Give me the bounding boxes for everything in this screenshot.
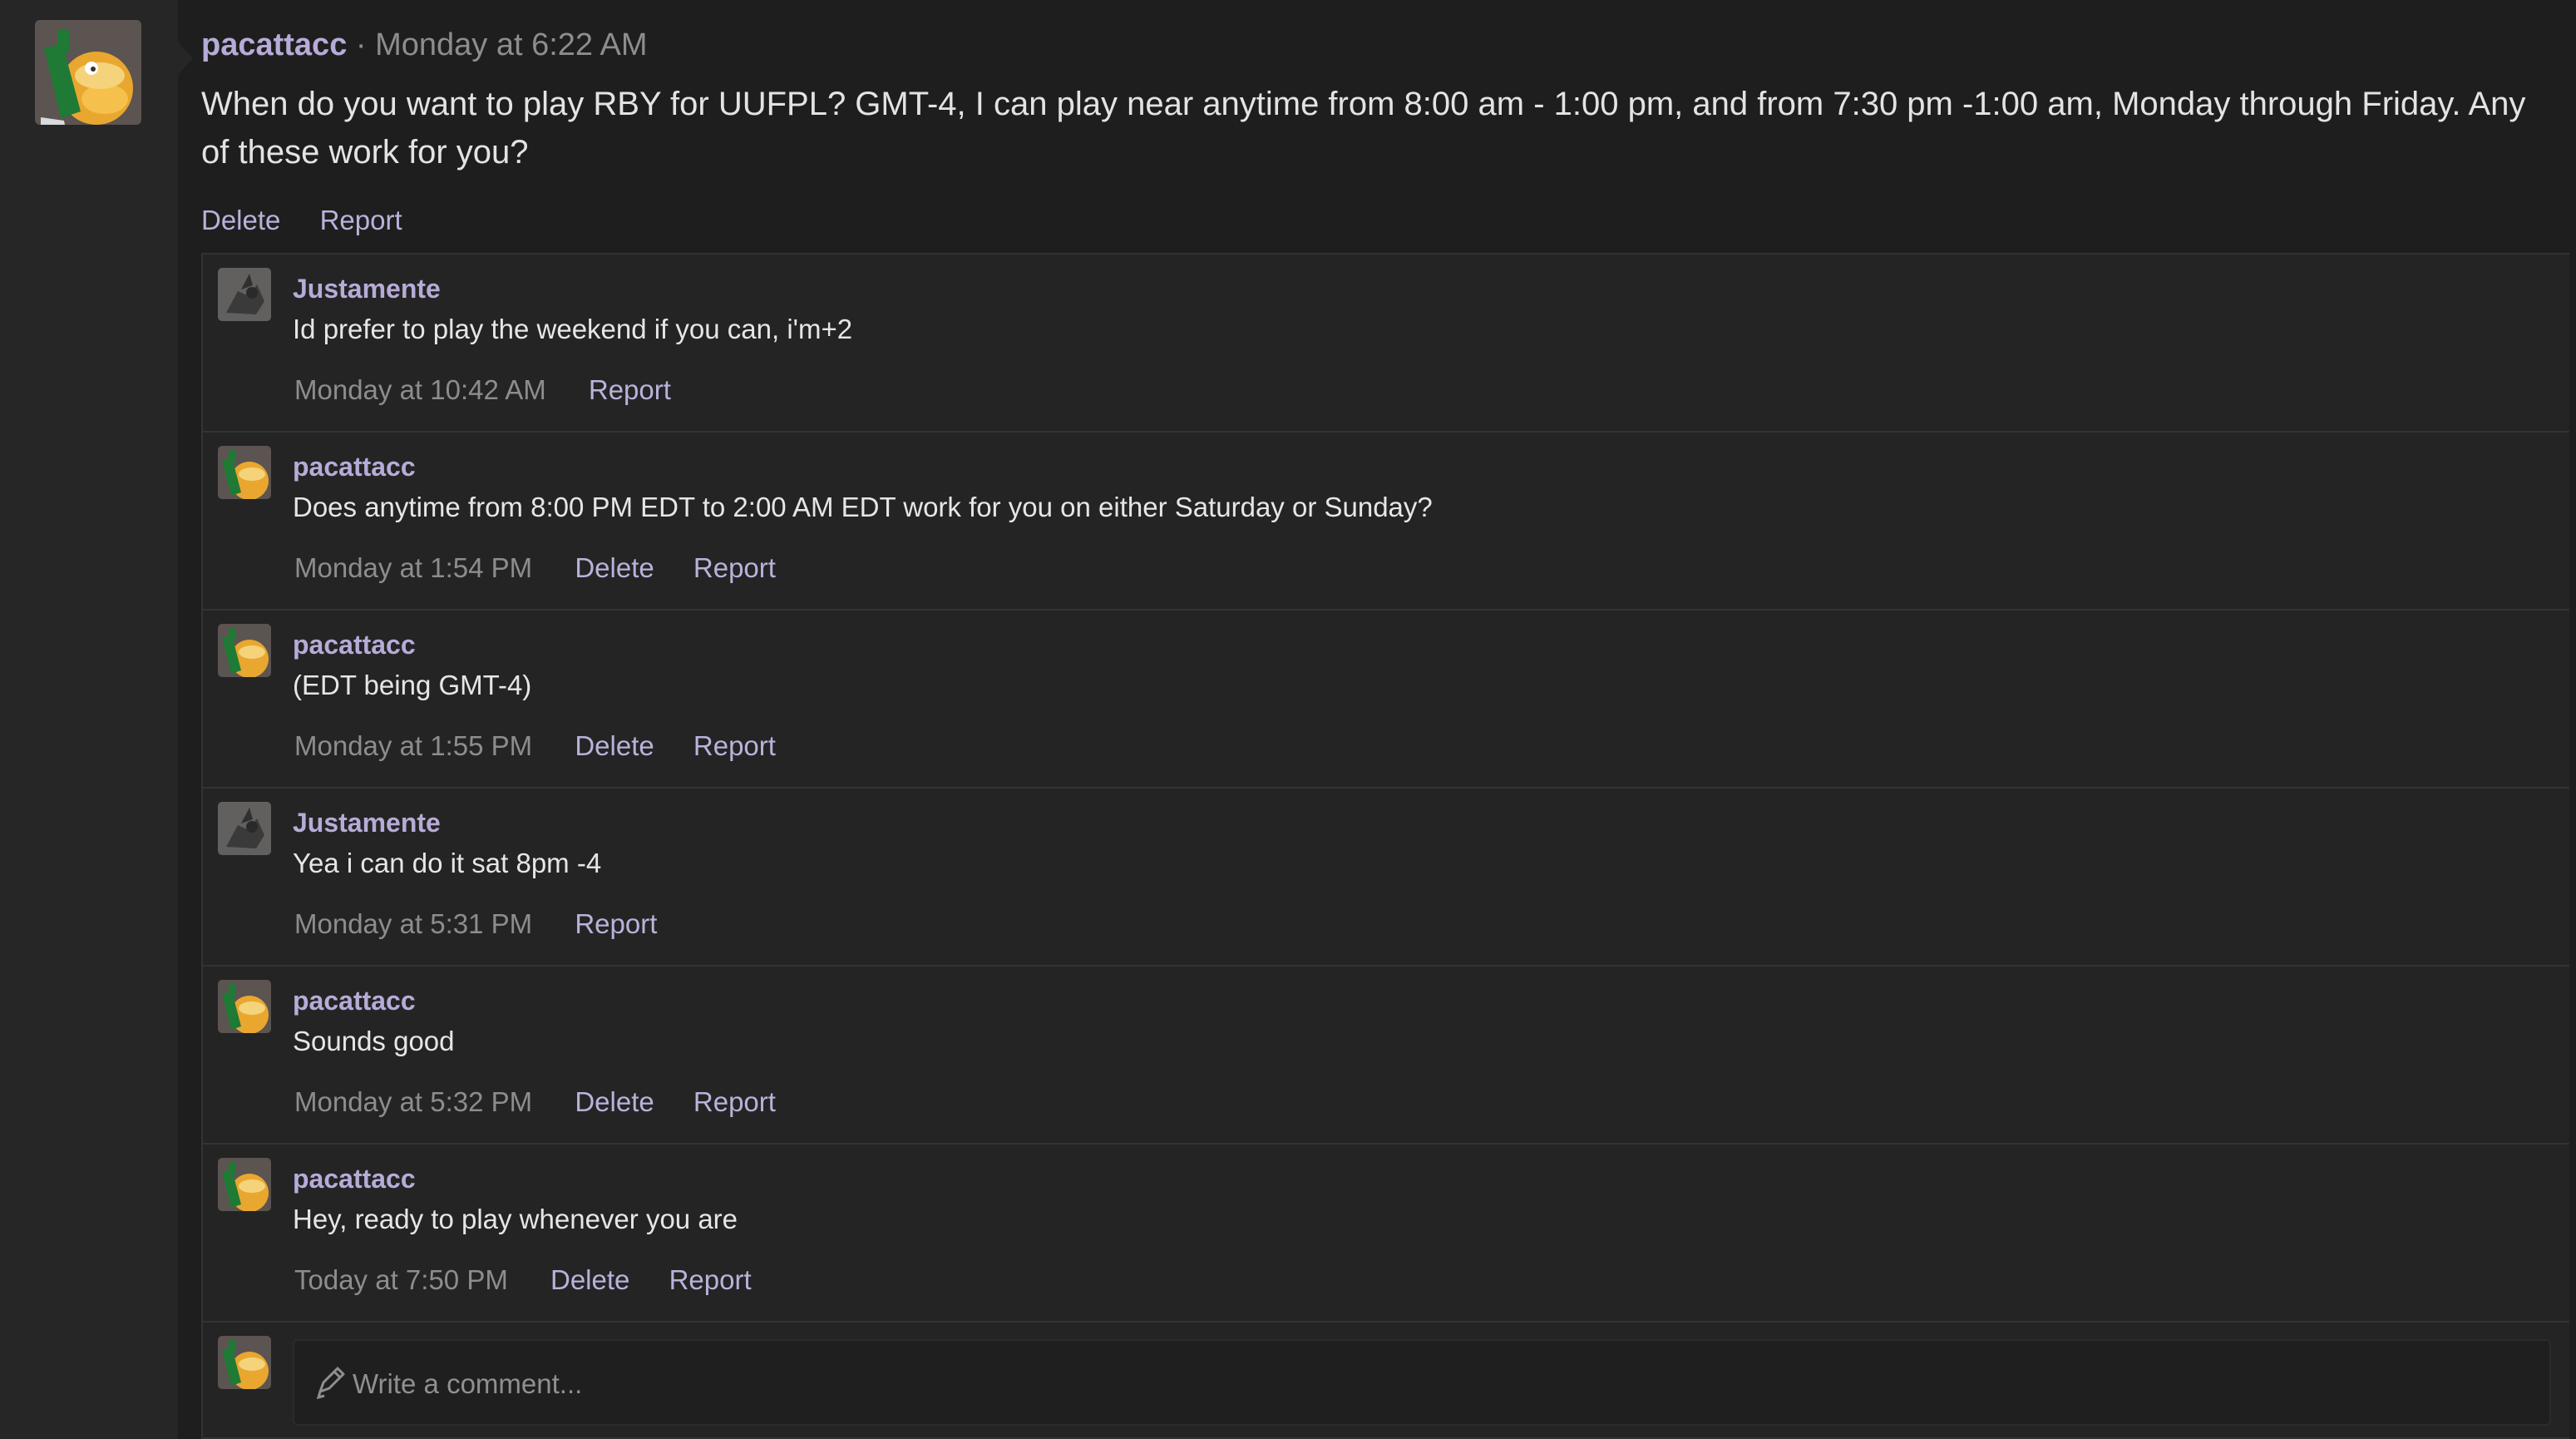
post-body: When do you want to play RBY for UUFPL? … — [201, 86, 2526, 171]
comment-composer: Write a comment... — [203, 1323, 2569, 1439]
comment-time[interactable]: Monday at 10:42 AM — [294, 374, 546, 405]
comment-author[interactable]: pacattacc — [293, 983, 416, 1018]
comment-meta: Monday at 1:54 PM Delete Report — [294, 549, 807, 587]
comment-report-link[interactable]: Report — [693, 552, 776, 583]
comment-text: Does anytime from 8:00 PM EDT to 2:00 AM… — [293, 492, 1433, 522]
comment-author[interactable]: pacattacc — [293, 1161, 416, 1196]
comment-text: (EDT being GMT-4) — [293, 670, 532, 700]
comment-meta: Today at 7:50 PM Delete Report — [294, 1261, 783, 1299]
comment-time[interactable]: Monday at 5:31 PM — [294, 908, 532, 939]
comment-placeholder: Write a comment... — [353, 1368, 583, 1399]
comment-author[interactable]: pacattacc — [293, 449, 416, 484]
comment-item: pacattacc (EDT being GMT-4) Monday at 1:… — [203, 611, 2569, 789]
profile-post-thread: pacattacc · Monday at 6:22 AM When do yo… — [0, 0, 2576, 1439]
comment-delete-link[interactable]: Delete — [575, 730, 654, 761]
comment-item: Justamente Id prefer to play the weekend… — [203, 255, 2569, 433]
comment-meta: Monday at 1:55 PM Delete Report — [294, 727, 807, 765]
comment-meta: Monday at 5:31 PM Report — [294, 905, 688, 943]
comment-author[interactable]: Justamente — [293, 805, 441, 840]
comment-report-link[interactable]: Report — [589, 374, 671, 405]
comment-item: pacattacc Hey, ready to play whenever yo… — [203, 1145, 2569, 1323]
comment-time[interactable]: Monday at 1:54 PM — [294, 552, 532, 583]
write-comment-input[interactable]: Write a comment... — [293, 1339, 2551, 1426]
comment-author[interactable]: pacattacc — [293, 627, 416, 662]
post-author[interactable]: pacattacc — [201, 27, 347, 62]
post-time[interactable]: Monday at 6:22 AM — [375, 27, 647, 62]
pacattacc-avatar-icon[interactable] — [218, 980, 271, 1033]
comments-panel: Justamente Id prefer to play the weekend… — [201, 253, 2569, 1439]
profile-post: pacattacc · Monday at 6:22 AM When do yo… — [201, 17, 2546, 246]
comment-time[interactable]: Monday at 1:55 PM — [294, 730, 532, 761]
comment-delete-link[interactable]: Delete — [550, 1264, 629, 1295]
comment-time[interactable]: Monday at 5:32 PM — [294, 1086, 532, 1117]
pacattacc-avatar-icon[interactable] — [218, 624, 271, 677]
pacattacc-avatar-icon[interactable] — [218, 1336, 271, 1389]
post-avatar-column — [0, 0, 178, 1439]
comment-text: Sounds good — [293, 1026, 455, 1056]
post-report-link[interactable]: Report — [320, 205, 402, 235]
post-header: pacattacc · Monday at 6:22 AM — [201, 17, 2546, 73]
justamente-avatar-icon[interactable] — [218, 802, 271, 855]
comment-text: Yea i can do it sat 8pm -4 — [293, 848, 602, 878]
pencil-icon — [314, 1366, 346, 1400]
comment-text: Id prefer to play the weekend if you can… — [293, 314, 853, 344]
comment-report-link[interactable]: Report — [575, 908, 657, 939]
post-pointer-arrow — [178, 42, 193, 75]
post-actions: Delete Report — [201, 195, 2546, 246]
comment-item: Justamente Yea i can do it sat 8pm -4 Mo… — [203, 789, 2569, 967]
post-delete-link[interactable]: Delete — [201, 205, 280, 235]
pacattacc-avatar-icon[interactable] — [35, 20, 141, 125]
justamente-avatar-icon[interactable] — [218, 268, 271, 321]
comment-delete-link[interactable]: Delete — [575, 552, 654, 583]
comment-item: pacattacc Does anytime from 8:00 PM EDT … — [203, 433, 2569, 611]
post-separator: · — [355, 27, 367, 62]
comment-time[interactable]: Today at 7:50 PM — [294, 1264, 508, 1295]
comment-report-link[interactable]: Report — [693, 730, 776, 761]
comment-text: Hey, ready to play whenever you are — [293, 1204, 738, 1234]
pacattacc-avatar-icon[interactable] — [218, 446, 271, 499]
pacattacc-avatar-icon[interactable] — [218, 1158, 271, 1211]
comment-meta: Monday at 10:42 AM Report — [294, 371, 703, 409]
comment-report-link[interactable]: Report — [693, 1086, 776, 1117]
comment-meta: Monday at 5:32 PM Delete Report — [294, 1083, 807, 1121]
comment-author[interactable]: Justamente — [293, 271, 441, 306]
comment-delete-link[interactable]: Delete — [575, 1086, 654, 1117]
comment-item: pacattacc Sounds good Monday at 5:32 PM … — [203, 967, 2569, 1145]
comment-report-link[interactable]: Report — [669, 1264, 752, 1295]
